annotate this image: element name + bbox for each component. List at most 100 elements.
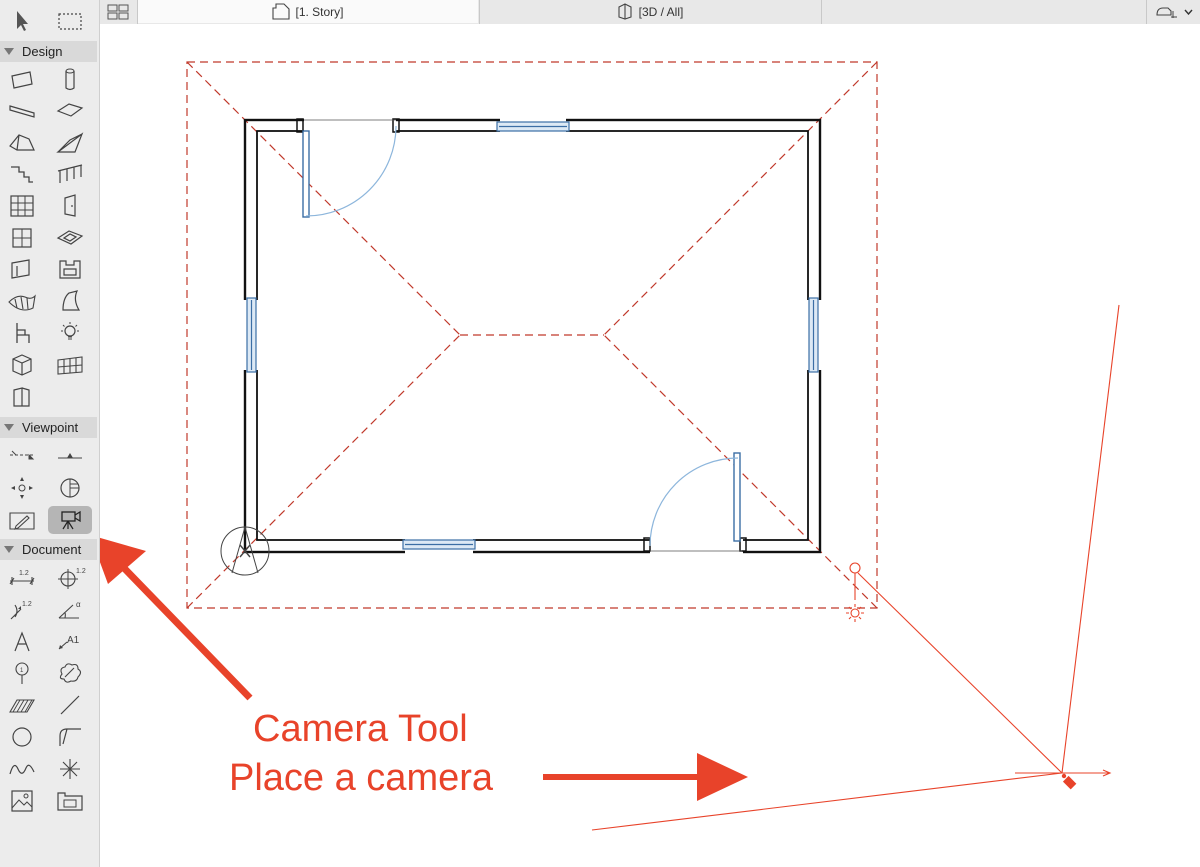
window-top[interactable]: [496, 121, 570, 132]
tab-divider: [821, 0, 822, 24]
window-right[interactable]: [808, 297, 819, 373]
section-document-label: Document: [22, 542, 82, 557]
wall-icon: [11, 71, 33, 89]
roof-icon: [9, 134, 35, 151]
curtain-wall-tool[interactable]: [0, 192, 44, 220]
door-top-left[interactable]: [302, 119, 397, 218]
drawing-icon: [57, 792, 83, 811]
detail-tool[interactable]: [0, 506, 44, 534]
slab-icon: [56, 103, 84, 117]
railing-tool[interactable]: [48, 160, 92, 188]
beam-icon: [9, 105, 35, 118]
dimension-tool[interactable]: 1.2: [0, 564, 44, 592]
curtain-grid-tool[interactable]: [48, 351, 92, 379]
floor-plan-icon: [272, 3, 291, 20]
angle-dimension-tool[interactable]: α: [48, 596, 92, 624]
annotation-place-camera-text: Place a camera: [229, 757, 494, 799]
marker-tool[interactable]: 1: [0, 659, 44, 687]
morph-tool[interactable]: [48, 287, 92, 315]
shell-tool[interactable]: [48, 129, 92, 157]
label-icon: A1: [58, 635, 80, 650]
interior-elevation-tool[interactable]: [0, 474, 44, 502]
text-a-icon: [14, 631, 30, 652]
roof-tool[interactable]: [0, 129, 44, 157]
section-design-label: Design: [22, 44, 63, 59]
section-design[interactable]: Design: [0, 41, 97, 62]
label-tool[interactable]: A1: [48, 628, 92, 656]
change-tool[interactable]: [48, 659, 92, 687]
window-tool[interactable]: [0, 224, 44, 252]
collapse-triangle-icon: [4, 424, 14, 431]
level-dimension-tool[interactable]: 1.2: [0, 596, 44, 624]
wall-tool[interactable]: [0, 66, 44, 94]
wall-end-icon: [11, 259, 30, 279]
section-viewpoint[interactable]: Viewpoint: [0, 417, 97, 438]
corner-window-tool[interactable]: [48, 255, 92, 283]
worksheet-tool[interactable]: [48, 474, 92, 502]
camera-view-cone[interactable]: [591, 304, 1120, 831]
hotspot-tool[interactable]: [48, 755, 92, 783]
curtain-wall-icon: [10, 195, 34, 217]
lightbulb-icon: [61, 322, 79, 340]
tab-story-1[interactable]: [1. Story]: [138, 0, 478, 23]
door-bottom-right[interactable]: [649, 452, 742, 552]
column-tool[interactable]: [48, 66, 92, 94]
window-bottom[interactable]: [402, 539, 476, 550]
corner-window-icon: [59, 260, 81, 279]
mesh-icon: [8, 294, 36, 311]
tab-overflow-menu-button[interactable]: [1147, 0, 1200, 23]
door-tool[interactable]: [48, 192, 92, 220]
annotation-arrow-to-tool: [100, 537, 253, 701]
skylight-tool[interactable]: [48, 224, 92, 252]
figure-tool[interactable]: [0, 787, 44, 815]
stair-tool[interactable]: [0, 160, 44, 188]
arc-circle-tool[interactable]: [0, 723, 44, 751]
door-jambs: [296, 118, 747, 552]
fill-tool[interactable]: [0, 691, 44, 719]
arrow-tool[interactable]: [0, 7, 44, 35]
panel-tool[interactable]: [0, 383, 44, 411]
toolbox-palette: Design Viewpoint Document 1.2 1.2 1.2 α …: [0, 0, 100, 867]
camera-marker[interactable]: [1061, 773, 1077, 790]
polyline-icon: [59, 728, 81, 746]
mesh-tool[interactable]: [0, 287, 44, 315]
svg-text:1.2: 1.2: [76, 568, 86, 575]
chevron-down-icon: [1183, 9, 1193, 15]
radial-dimension-tool[interactable]: 1.2: [48, 564, 92, 592]
object-tool[interactable]: [0, 319, 44, 347]
collapse-triangle-icon: [4, 48, 14, 55]
window-icon: [12, 228, 32, 248]
hatch-fill-icon: [9, 699, 35, 713]
section-document[interactable]: Document: [0, 539, 97, 560]
zone-tool[interactable]: [0, 351, 44, 379]
marquee-tool[interactable]: [48, 7, 92, 35]
polyline-tool[interactable]: [48, 723, 92, 751]
3d-box-icon: [618, 3, 632, 20]
spline-tool[interactable]: [0, 755, 44, 783]
view-options-icon: [1155, 6, 1177, 18]
lamp-tool[interactable]: [48, 319, 92, 347]
curtain-grid-icon: [57, 356, 83, 375]
text-tool[interactable]: [0, 628, 44, 656]
column-icon: [65, 68, 75, 91]
elevation-tool[interactable]: [48, 443, 92, 471]
worksheet-icon: [60, 478, 80, 498]
navigator-grid-button[interactable]: [100, 0, 136, 23]
line-tool[interactable]: [48, 691, 92, 719]
line-icon: [60, 695, 80, 715]
wall-end-tool[interactable]: [0, 255, 44, 283]
roof-outline[interactable]: [186, 61, 878, 609]
slab-tool[interactable]: [48, 97, 92, 125]
view-tab-bar: [1. Story] [3D / All]: [100, 0, 1200, 24]
beam-tool[interactable]: [0, 97, 44, 125]
floor-plan-canvas[interactable]: Camera Tool Place a camera: [100, 24, 1200, 867]
zone-icon: [12, 354, 32, 376]
sun-marker[interactable]: [846, 562, 864, 622]
section-tool[interactable]: [0, 443, 44, 471]
camera-icon: [61, 510, 81, 530]
tab-3d-all[interactable]: [3D / All]: [480, 0, 820, 23]
drawing-tool[interactable]: [48, 787, 92, 815]
camera-tool[interactable]: [48, 506, 92, 534]
window-left[interactable]: [246, 297, 257, 373]
section-viewpoint-label: Viewpoint: [22, 420, 79, 435]
